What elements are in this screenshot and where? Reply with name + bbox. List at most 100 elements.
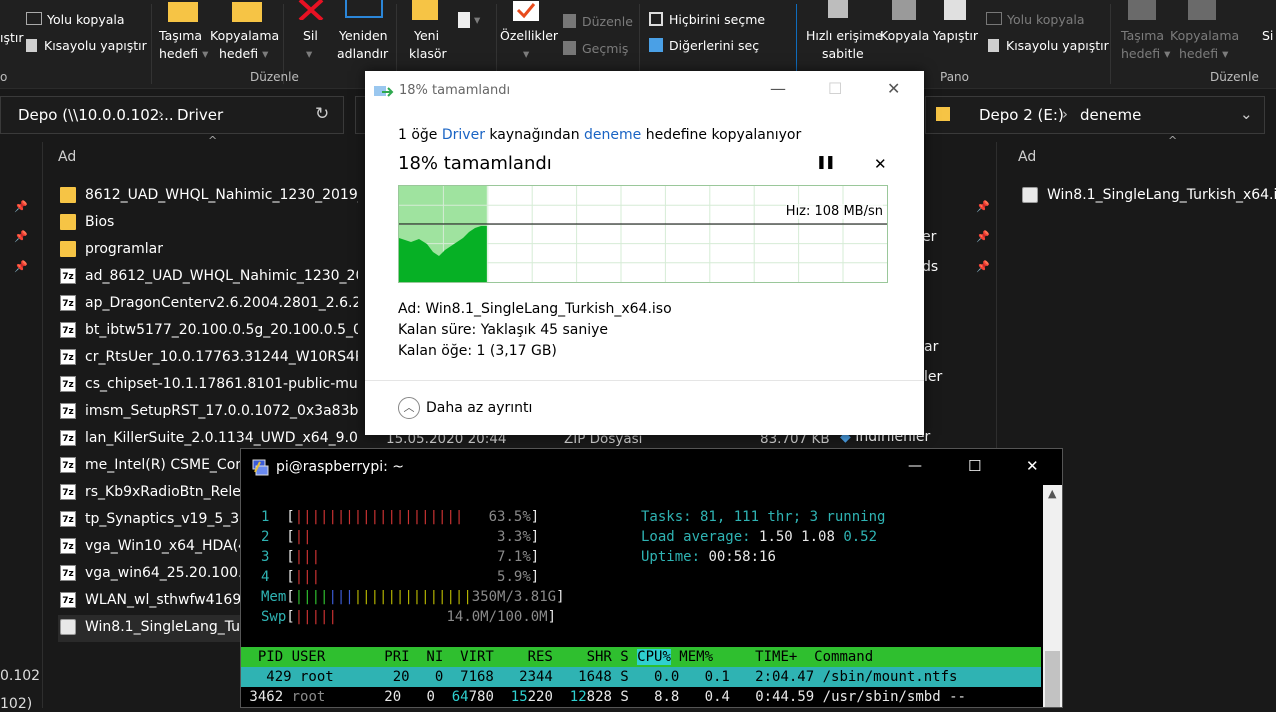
copy-path-button-right[interactable]: Yolu kopyala <box>986 12 1085 27</box>
terminal-window: pi@raspberrypi: ~ — ☐ ✕ ▲ 1 [|||||||||||… <box>240 448 1063 708</box>
new-folder-label-1: Yeni <box>414 28 440 43</box>
move-to-label-2: hedefi ▾ <box>159 46 209 61</box>
copy-icon <box>892 0 916 20</box>
scroll-up-icon[interactable]: ▲ <box>1048 487 1056 500</box>
nav-tree-item[interactable]: ds <box>922 259 938 275</box>
edit-icon <box>563 14 576 28</box>
nav-tree-item[interactable]: 0.102 <box>0 668 40 684</box>
cancel-button[interactable]: ✕ <box>874 155 887 173</box>
breadcrumb-leaf[interactable]: deneme <box>1080 106 1141 124</box>
select-none-icon <box>649 12 663 26</box>
invert-selection-button[interactable]: Diğerlerini seç <box>649 38 759 53</box>
archive-7z-icon: 7z <box>60 592 76 608</box>
nav-tree-item[interactable]: ler <box>924 369 942 385</box>
nav-tree-item[interactable]: 102) <box>0 696 32 712</box>
folder-icon <box>60 187 76 203</box>
minimize-button[interactable]: — <box>770 79 786 98</box>
file-row[interactable]: Bios <box>58 210 358 237</box>
pin-icon[interactable]: 📌 <box>976 230 990 244</box>
delete-label-clipped[interactable]: Si <box>1262 28 1273 43</box>
paste-button-clipped[interactable]: ıştır <box>0 30 24 45</box>
pin-icon[interactable]: 📌 <box>14 260 28 274</box>
edit-button[interactable]: Düzenle <box>563 14 633 29</box>
delete-x-icon <box>298 0 324 20</box>
file-name: Bios <box>85 214 115 230</box>
disc-image-icon <box>1022 187 1038 203</box>
file-name: vga_Win10_x64_HDA(4 <box>85 538 247 554</box>
move-to-icon <box>168 2 198 22</box>
scrollbar-thumb[interactable] <box>1045 651 1060 707</box>
archive-7z-icon: 7z <box>60 295 76 311</box>
file-row[interactable]: 7z ad_8612_UAD_WHQL_Nahimic_1230_201... <box>58 264 358 291</box>
new-item-caret: ▾ <box>474 12 481 27</box>
file-name: tp_Synaptics_v19_5_31_ <box>85 511 256 527</box>
copy-path-button[interactable]: Yolu kopyala <box>26 12 125 27</box>
close-button[interactable]: ✕ <box>1026 457 1039 475</box>
file-row[interactable]: 8612_UAD_WHQL_Nahimic_1230_2019_0... <box>58 183 358 210</box>
column-header-name[interactable]: Ad <box>58 149 76 165</box>
dialog-title: 18% tamamlandı <box>399 83 511 98</box>
pin-icon[interactable]: 📌 <box>14 230 28 244</box>
minimize-button[interactable]: — <box>908 458 922 474</box>
file-row[interactable]: 7z ap_DragonCenterv2.6.2004.2801_2.6.2004… <box>58 291 358 318</box>
paste-shortcut-button[interactable]: Kısayolu yapıştır <box>26 38 147 53</box>
file-name: Win8.1_SingleLang_Turk <box>85 619 254 635</box>
file-name: cs_chipset-10.1.17861.8101-public-mup_..… <box>85 376 358 392</box>
rename-label-1: Yeniden <box>339 28 388 43</box>
file-name: rs_Kb9xRadioBtn_Relea <box>85 484 250 500</box>
column-header-name[interactable]: Ad <box>1018 149 1036 165</box>
breadcrumb-root[interactable]: Depo (\\10.0.0.102... <box>18 106 174 124</box>
cpu-meter-4: 4 [||| 5.9%] <box>261 569 540 585</box>
nav-tree-item[interactable]: er <box>922 229 936 245</box>
pane-divider <box>42 142 43 708</box>
archive-7z-icon: 7z <box>60 457 76 473</box>
process-row[interactable]: 3462 root 20 0 64780 15220 12828 S 8.8 0… <box>241 687 966 707</box>
process-table-header[interactable]: PID USER PRI NI VIRT RES SHR S CPU% MEM%… <box>241 647 1041 667</box>
breadcrumb-leaf[interactable]: Driver <box>177 106 223 124</box>
right-address-bar[interactable]: Depo 2 (E:) › deneme ⌄ <box>925 96 1265 134</box>
less-details-button[interactable]: ︿ Daha az ayrıntı <box>398 397 532 419</box>
copy-description: 1 öğe Driver kaynağından deneme hedefine… <box>398 127 802 143</box>
source-link[interactable]: Driver <box>442 127 485 143</box>
process-row-selected[interactable]: 429 root 20 0 7168 2344 1648 S 0.0 0.1 2… <box>241 667 1041 687</box>
file-row[interactable]: 7z cr_RtsUer_10.0.17763.31244_W10RS4RS5_.… <box>58 345 358 372</box>
nav-tree-item[interactable]: ar <box>924 339 938 355</box>
archive-7z-icon: 7z <box>60 403 76 419</box>
new-folder-label-2: klasör <box>409 46 447 61</box>
invert-selection-icon <box>649 38 663 52</box>
pin-icon[interactable]: 📌 <box>14 200 28 214</box>
properties-label: Özellikler <box>500 28 559 43</box>
group-label-clipped: o <box>0 70 8 84</box>
destination-link[interactable]: deneme <box>584 127 641 143</box>
file-row[interactable]: 7z cs_chipset-10.1.17861.8101-public-mup_… <box>58 372 358 399</box>
maximize-button[interactable]: ☐ <box>968 457 981 475</box>
breadcrumb-root[interactable]: Depo 2 (E:) <box>979 106 1064 124</box>
close-button[interactable]: ✕ <box>887 79 900 98</box>
file-row[interactable]: Win8.1_SingleLang_Turkish_x64.iso <box>1020 183 1276 210</box>
chevron-down-icon[interactable]: ⌄ <box>1240 105 1253 123</box>
pin-label-1: Hızlı erişime <box>806 28 883 43</box>
tasks-summary: Tasks: 81, 111 thr; 3 running <box>641 509 886 525</box>
archive-7z-icon: 7z <box>60 349 76 365</box>
dialog-divider <box>365 380 924 381</box>
move-to-label-1: Taşıma <box>159 28 203 43</box>
file-row[interactable]: 7z imsm_SetupRST_17.0.0.1072_0x3a83bcd4..… <box>58 399 358 426</box>
file-row[interactable]: programlar <box>58 237 358 264</box>
archive-7z-icon: 7z <box>60 484 76 500</box>
paste-shortcut-button-right[interactable]: Kısayolu yapıştır <box>988 38 1109 53</box>
refresh-icon[interactable]: ↻ <box>315 104 329 124</box>
rename-label-2: adlandır <box>337 46 389 61</box>
pin-icon[interactable]: 📌 <box>976 260 990 274</box>
pin-icon[interactable]: 📌 <box>976 200 990 214</box>
history-icon <box>563 41 576 55</box>
terminal-scrollbar[interactable]: ▲ <box>1043 485 1062 707</box>
pause-button[interactable]: ❚❚ <box>816 155 836 170</box>
sort-up-icon: ^ <box>1168 134 1178 147</box>
breadcrumb-chevron-icon: › <box>158 105 164 123</box>
file-row[interactable]: 7z bt_ibtw5177_20.100.0.5g_20.100.0.5_0x6… <box>58 318 358 345</box>
left-address-bar[interactable]: Depo (\\10.0.0.102... › Driver ↻ <box>0 96 344 134</box>
new-folder-icon <box>412 0 438 20</box>
history-button[interactable]: Geçmiş <box>563 41 628 56</box>
terminal-title: pi@raspberrypi: ~ <box>276 459 405 475</box>
select-none-button[interactable]: Hiçbirini seçme <box>649 12 765 27</box>
